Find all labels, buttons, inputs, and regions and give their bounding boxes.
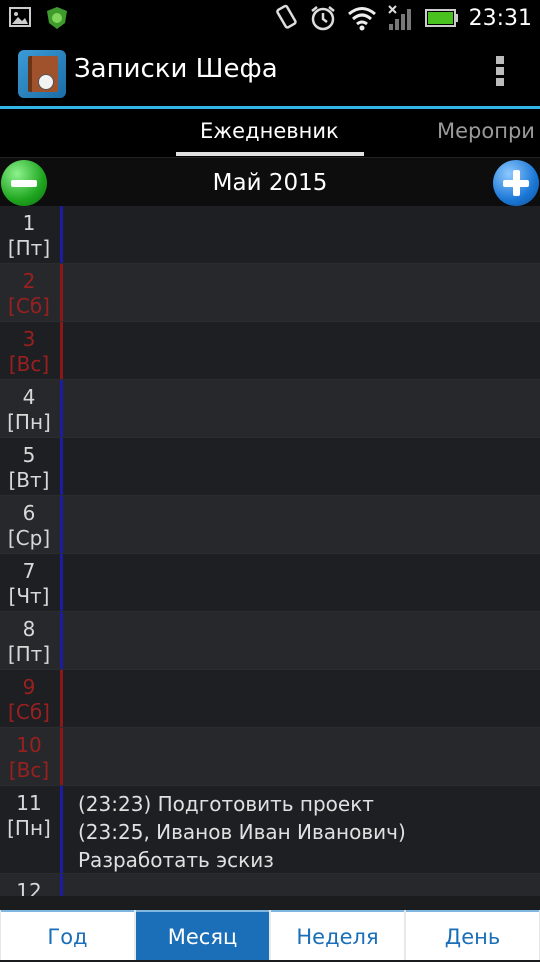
image-icon [9,7,31,27]
next-month-button[interactable] [493,160,539,206]
day-number: 6 [22,501,36,525]
day-number: 10 [16,733,42,757]
day-label: 2 [Сб] [0,269,58,319]
day-row[interactable]: 5 [Вт] [0,438,540,496]
day-label: 4 [Пн] [0,385,58,435]
day-number: 2 [22,269,36,293]
signal-icon [387,5,411,30]
day-label: 6 [Ср] [0,501,58,551]
day-of-week: [Вс] [8,758,50,782]
day-marker [60,496,63,553]
month-bar: Май 2015 [0,157,540,207]
day-number: 9 [22,675,36,699]
app-title: Записки Шефа [74,54,278,84]
status-bar: 23:31 [0,0,540,38]
view-year-button[interactable]: Год [1,910,134,960]
day-of-week: [Пн] [7,816,51,840]
day-marker [60,874,63,896]
view-week-button[interactable]: Неделя [271,910,404,960]
day-of-week: [Вс] [8,352,50,376]
day-marker [60,670,63,727]
app-icon[interactable] [18,50,66,98]
day-of-week: [Пт] [7,236,51,260]
day-of-week: [Сб] [8,294,50,318]
day-row[interactable]: 8 [Пт] [0,612,540,670]
day-list[interactable]: 1 [Пт] 2 [Сб] 3 [Вс] 4 [Пн] 5 [Вт] 6 [Ср] 7 [Чт] 8 [Пт]… [0,206,540,896]
day-of-week: [Пт] [7,642,51,666]
day-row[interactable]: 7 [Чт] [0,554,540,612]
day-row[interactable]: 2 [Сб] [0,264,540,322]
day-number: 8 [22,617,36,641]
day-label: 12 [0,879,58,896]
day-of-week: [Пн] [7,410,51,434]
day-row[interactable]: 1 [Пт] [0,206,540,264]
day-of-week: [Ср] [7,526,51,550]
top-tabs: Ежедневник Меропри [0,109,540,157]
day-number: 1 [22,211,36,235]
day-row[interactable]: 11 [Пн] (23:23) Подготовить проект (23:25, … [0,786,540,874]
view-day-button[interactable]: День [406,910,539,960]
clock-time: 23:31 [468,5,532,31]
day-of-week: [Чт] [8,584,50,608]
event-text[interactable]: Разработать эскиз [78,846,532,874]
action-bar: Записки Шефа [0,38,540,108]
day-number: 4 [22,385,36,409]
day-of-week: [Сб] [8,700,50,724]
alarm-icon [310,6,335,31]
day-label: 5 [Вт] [0,443,58,493]
view-switcher: Год Месяц Неделя День [0,910,540,960]
day-marker [60,786,63,873]
day-number: 12 [16,879,42,896]
battery-icon [424,9,458,27]
day-marker [60,438,63,495]
day-number: 5 [22,443,36,467]
day-row[interactable]: 9 [Сб] [0,670,540,728]
day-label: 3 [Вс] [0,327,58,377]
tab-indicator [176,152,364,156]
day-label: 7 [Чт] [0,559,58,609]
day-marker [60,322,63,379]
day-marker [60,380,63,437]
day-row[interactable]: 4 [Пн] [0,380,540,438]
tab-events[interactable]: Меропри [437,119,535,143]
day-marker [60,206,63,263]
day-row[interactable]: 12 [0,874,540,896]
day-label: 1 [Пт] [0,211,58,261]
day-marker [60,264,63,321]
month-title: Май 2015 [212,170,328,196]
event-text[interactable]: (23:23) Подготовить проект [78,790,532,818]
day-marker [60,728,63,785]
day-number: 11 [16,791,42,815]
tab-planner[interactable]: Ежедневник [200,119,339,143]
day-marker [60,612,63,669]
day-number: 3 [22,327,36,351]
view-month-button[interactable]: Месяц [136,910,269,960]
day-label: 10 [Вс] [0,733,58,783]
day-row[interactable]: 6 [Ср] [0,496,540,554]
event-text[interactable]: (23:25, Иванов Иван Иванович) [78,818,532,846]
day-number: 7 [22,559,36,583]
day-events[interactable]: (23:23) Подготовить проект (23:25, Иванов… [78,790,532,874]
day-label: 11 [Пн] [0,791,58,841]
day-marker [60,554,63,611]
day-of-week: [Вт] [8,468,50,492]
day-row[interactable]: 10 [Вс] [0,728,540,786]
day-label: 9 [Сб] [0,675,58,725]
overflow-menu-icon[interactable] [496,56,504,90]
shield-icon [47,7,67,29]
wifi-icon [347,7,376,31]
day-row[interactable]: 3 [Вс] [0,322,540,380]
vibrate-icon [275,4,297,29]
day-label: 8 [Пт] [0,617,58,667]
